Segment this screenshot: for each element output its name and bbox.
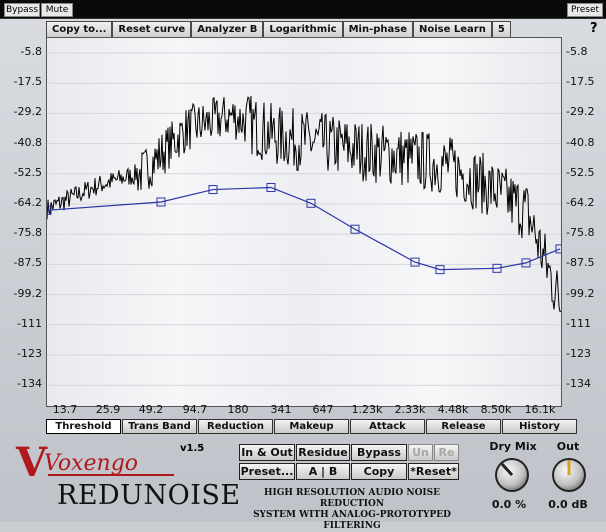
y-tick-label: -40.8 xyxy=(13,135,42,149)
y-tick-label: -123 xyxy=(566,347,591,360)
y-tick-label: -29.2 xyxy=(13,105,42,119)
y-tick-label: -64.2 xyxy=(566,196,595,209)
copy-button[interactable]: Copy xyxy=(351,463,407,480)
parameter-tabs: Threshold Trans Band Reduction Makeup At… xyxy=(46,419,578,434)
host-bar: Bypass Mute Preset xyxy=(0,0,606,19)
x-tick-label: 94.7 xyxy=(182,403,208,416)
in-out-button[interactable]: In & Out xyxy=(239,444,295,461)
y-tick-label: -5.8 xyxy=(566,45,588,58)
x-tick-label: 647 xyxy=(312,403,334,416)
x-tick-label: 180 xyxy=(227,403,249,416)
version-label: v1.5 xyxy=(180,443,205,454)
product-name: REDUNOISE xyxy=(57,480,241,511)
undo-button[interactable]: Un xyxy=(408,444,433,461)
x-tick-label: 49.2 xyxy=(138,403,164,416)
preset-button[interactable]: Preset xyxy=(567,3,603,17)
mute-button[interactable]: Mute xyxy=(41,3,73,17)
y-tick-label: -87.5 xyxy=(566,256,595,270)
voxengo-logo: V Voxengo xyxy=(14,439,184,486)
ab-button[interactable]: A | B xyxy=(296,463,350,480)
x-tick-label: 25.9 xyxy=(95,403,121,416)
copy-to-button[interactable]: Copy to... xyxy=(46,21,113,38)
out-value: 0.0 dB xyxy=(548,498,588,511)
x-tick-label: 1.23k xyxy=(351,403,383,416)
dry-mix-knob[interactable] xyxy=(490,455,534,495)
y-tick-label: -111 xyxy=(17,316,42,330)
y-tick-label: -17.5 xyxy=(13,75,42,89)
y-tick-label: -75.8 xyxy=(13,226,42,240)
spectrum-plot[interactable] xyxy=(46,37,562,407)
tab-threshold[interactable]: Threshold xyxy=(46,419,121,434)
product-description: HIGH RESOLUTION AUDIO NOISE REDUCTION SY… xyxy=(232,488,472,532)
y-tick-label: -52.5 xyxy=(13,165,42,179)
redo-button[interactable]: Re xyxy=(434,444,459,461)
x-tick-label: 2.33k xyxy=(394,403,426,416)
tab-trans-band[interactable]: Trans Band xyxy=(122,419,197,434)
help-icon[interactable]: ? xyxy=(590,21,598,36)
spectrum-svg xyxy=(47,52,561,386)
y-tick-label: -123 xyxy=(17,347,42,360)
description-line-1: HIGH RESOLUTION AUDIO NOISE REDUCTION xyxy=(264,488,440,509)
toolbar: Copy to... Reset curve Analyzer B Logari… xyxy=(46,21,511,38)
svg-text:Voxengo: Voxengo xyxy=(44,451,138,476)
tab-reduction[interactable]: Reduction xyxy=(198,419,273,434)
description-line-2: SYSTEM WITH ANALOG-PROTOTYPED FILTERING xyxy=(253,510,451,531)
y-tick-label: -75.8 xyxy=(566,226,595,240)
bypass-button[interactable]: Bypass xyxy=(4,3,40,17)
min-phase-button[interactable]: Min-phase xyxy=(342,21,413,38)
y-tick-label: -134 xyxy=(566,377,591,391)
x-tick-label: 13.7 xyxy=(52,403,78,416)
y-tick-label: -40.8 xyxy=(566,135,595,149)
y-tick-label: -87.5 xyxy=(13,256,42,270)
y-tick-label: -99.2 xyxy=(566,286,595,300)
logarithmic-button[interactable]: Logarithmic xyxy=(263,21,343,38)
reset-curve-button[interactable]: Reset curve xyxy=(112,21,192,38)
x-tick-label: 341 xyxy=(270,403,292,416)
tab-history[interactable]: History xyxy=(502,419,577,434)
y-tick-label: -134 xyxy=(17,377,42,391)
reset-button[interactable]: *Reset* xyxy=(408,463,459,480)
y-tick-label: -5.8 xyxy=(20,45,42,58)
y-tick-label: -111 xyxy=(566,316,591,330)
tab-release[interactable]: Release xyxy=(426,419,501,434)
dry-mix-value: 0.0 % xyxy=(491,498,527,511)
x-tick-label: 4.48k xyxy=(437,403,469,416)
y-tick-label: -64.2 xyxy=(13,196,42,209)
analyzer-b-button[interactable]: Analyzer B xyxy=(191,21,264,38)
out-label: Out xyxy=(556,440,580,453)
preset-load-button[interactable]: Preset... xyxy=(239,463,295,480)
grid xyxy=(47,52,561,386)
out-knob[interactable] xyxy=(547,455,591,495)
group-number-button[interactable]: 5 xyxy=(491,21,511,38)
x-tick-label: 8.50k xyxy=(480,403,512,416)
tab-attack[interactable]: Attack xyxy=(350,419,425,434)
tab-makeup[interactable]: Makeup xyxy=(274,419,349,434)
threshold-curve xyxy=(47,186,561,271)
y-tick-label: -99.2 xyxy=(13,286,42,300)
y-tick-label: -17.5 xyxy=(566,75,595,89)
dry-mix-label: Dry Mix xyxy=(489,440,537,453)
y-tick-label: -29.2 xyxy=(566,105,595,119)
y-tick-label: -52.5 xyxy=(566,165,595,179)
noise-learn-button[interactable]: Noise Learn xyxy=(413,21,492,38)
residue-button[interactable]: Residue xyxy=(296,444,350,461)
bypass-toggle-button[interactable]: Bypass xyxy=(351,444,407,461)
x-tick-label: 16.1k xyxy=(524,403,556,416)
